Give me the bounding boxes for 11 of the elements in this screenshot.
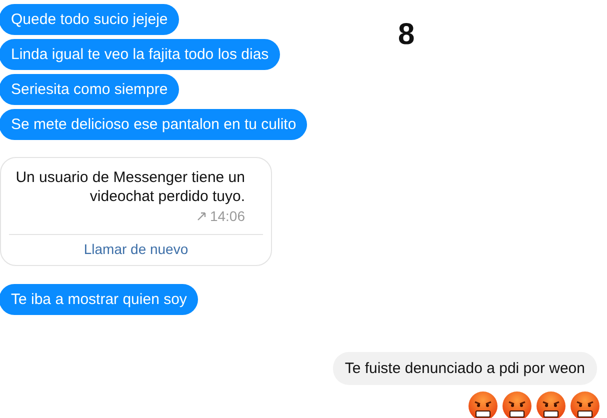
sent-message: Seriesita como siempre [0, 74, 179, 105]
received-message: Te fuiste denunciado a pdi por weon [332, 352, 597, 385]
call-notice-text: Un usuario de Messenger tiene un videochat perdido tuyo. [14, 168, 246, 206]
sent-message: Se mete delicioso ese pantalon en tu culito [0, 109, 308, 140]
call-again-link[interactable]: Llamar de nuevo [1, 241, 271, 257]
sent-message: Te iba a mostrar quien soy [0, 284, 198, 315]
sticker-text: 8 [398, 18, 415, 52]
arrow-icon [196, 212, 206, 220]
sent-message: Quede todo sucio jejeje [0, 4, 179, 35]
sent-message: Linda igual te veo la fajita todo los dias [0, 39, 280, 70]
call-time: 14:06 [210, 208, 245, 224]
